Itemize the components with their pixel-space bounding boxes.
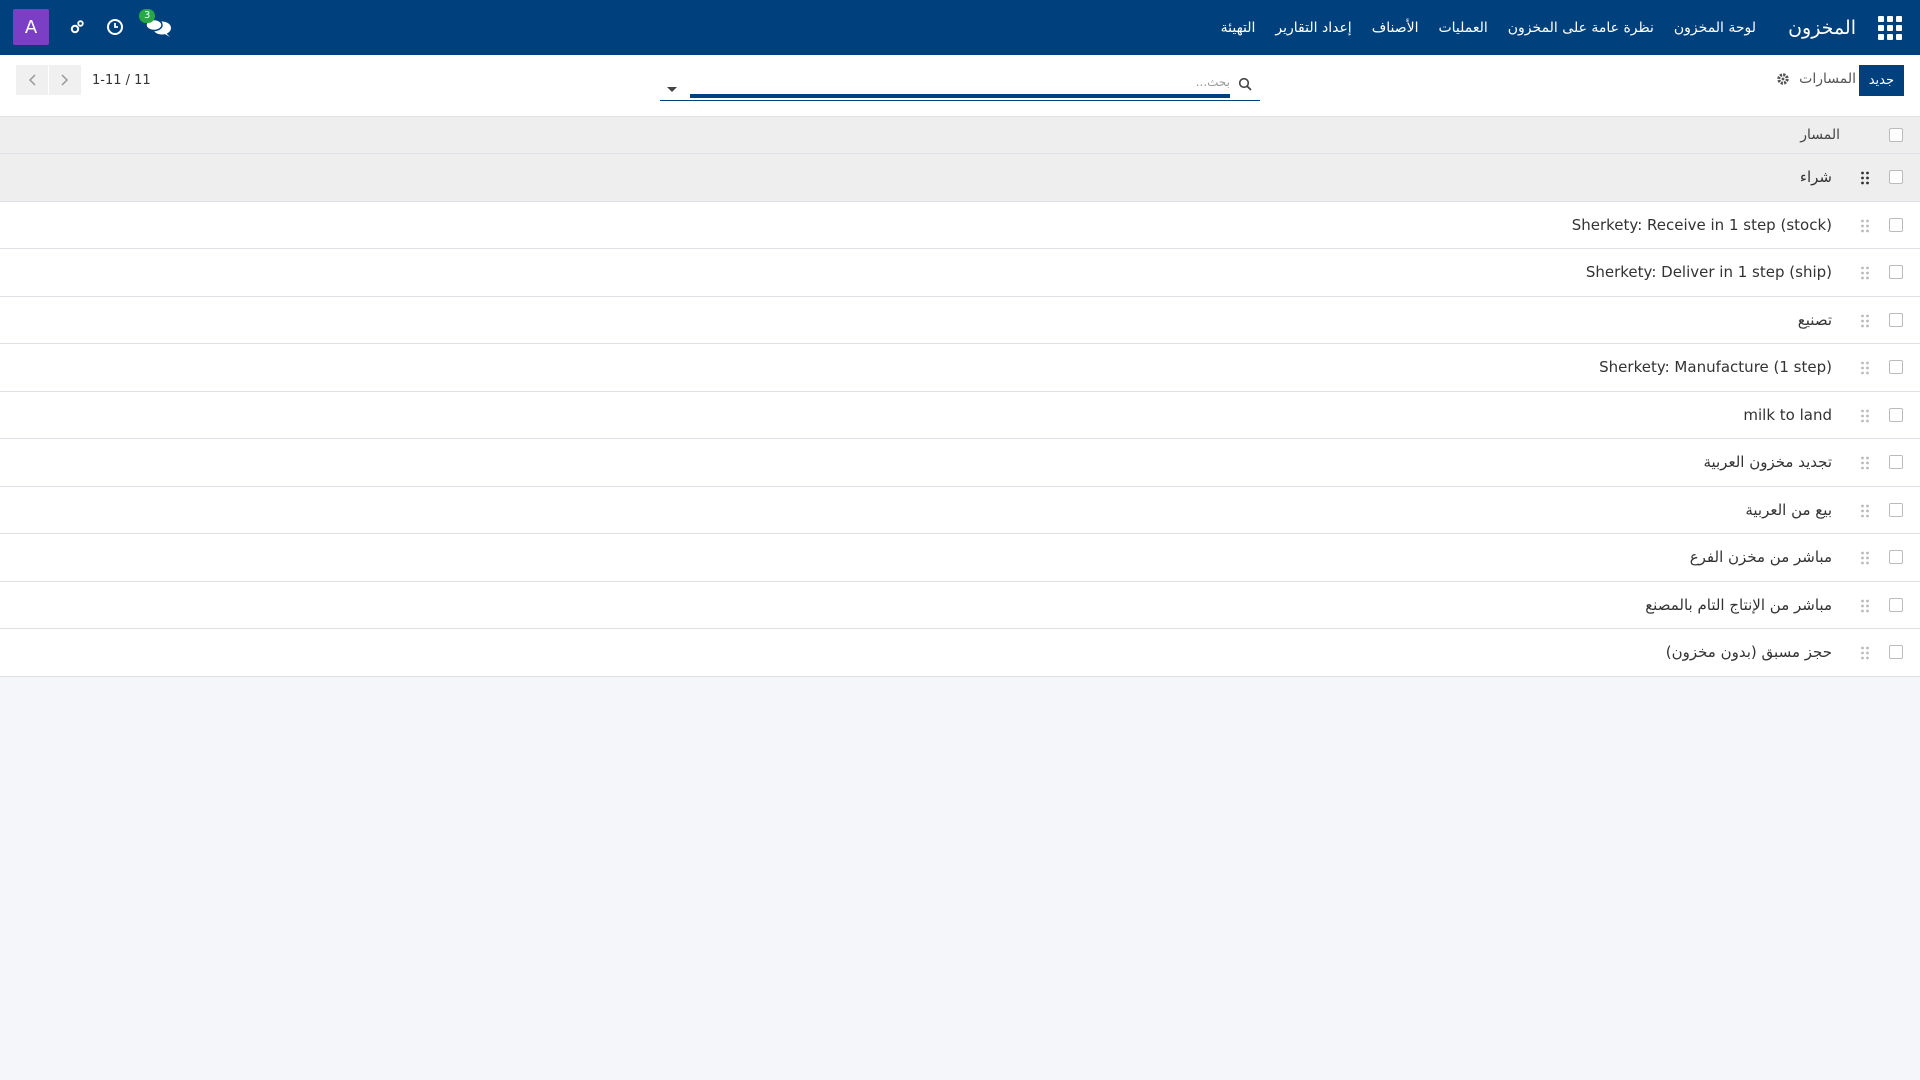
- systray: A 3: [13, 9, 173, 45]
- row-label: بيع من العربية: [1745, 500, 1832, 519]
- table-row[interactable]: تصنيع: [0, 296, 1920, 344]
- pager: 1-11 / 11: [16, 65, 151, 95]
- row-checkbox[interactable]: [1889, 312, 1903, 327]
- drag-handle-icon[interactable]: [1860, 550, 1870, 565]
- row-label: milk to land: [1743, 405, 1832, 424]
- drag-handle-icon[interactable]: [1860, 218, 1870, 233]
- table-row[interactable]: Sherkety: Receive in 1 step (stock): [0, 201, 1920, 249]
- table-row[interactable]: مباشر من مخزن الفرع: [0, 534, 1920, 582]
- menu-item-dashboard[interactable]: لوحة المخزون: [1664, 20, 1766, 36]
- table-row[interactable]: شراء: [0, 154, 1920, 202]
- menu-item-products[interactable]: الأصناف: [1362, 20, 1429, 36]
- drag-handle-icon[interactable]: [1860, 645, 1870, 660]
- row-checkbox[interactable]: [1889, 597, 1903, 612]
- chat-badge: 3: [139, 9, 156, 23]
- activity-clock-icon[interactable]: [105, 17, 125, 37]
- drag-handle-icon[interactable]: [1860, 598, 1870, 613]
- table-row[interactable]: Sherkety: Manufacture (1 step): [0, 344, 1920, 392]
- new-button[interactable]: جديد: [1858, 65, 1904, 96]
- list-header: المسار: [0, 117, 1920, 154]
- row-checkbox[interactable]: [1889, 455, 1903, 470]
- row-checkbox[interactable]: [1889, 170, 1903, 185]
- gear-icon[interactable]: [1776, 71, 1790, 85]
- table-row[interactable]: حجز مسبق (بدون مخزون): [0, 629, 1920, 677]
- select-all-checkbox[interactable]: [1889, 128, 1903, 142]
- user-avatar[interactable]: A: [13, 9, 49, 45]
- menu-item-overview[interactable]: نظرة عامة على المخزون: [1498, 20, 1664, 36]
- search-input[interactable]: [690, 69, 1230, 98]
- row-label: تصنيع: [1797, 310, 1832, 329]
- row-label: تجديد مخزون العربية: [1703, 453, 1832, 472]
- table-row[interactable]: تجديد مخزون العربية: [0, 439, 1920, 487]
- chevron-down-icon[interactable]: [666, 79, 678, 92]
- search-icon[interactable]: [1236, 76, 1252, 92]
- search-bar: [660, 67, 1260, 101]
- row-checkbox[interactable]: [1889, 360, 1903, 375]
- main-navbar: المخزون لوحة المخزون نظرة عامة على المخز…: [0, 0, 1920, 55]
- drag-handle-icon[interactable]: [1860, 170, 1870, 185]
- pager-previous-button[interactable]: [16, 65, 48, 95]
- row-checkbox[interactable]: [1889, 217, 1903, 232]
- table-row[interactable]: بيع من العربية: [0, 486, 1920, 534]
- row-label: شراء: [1799, 168, 1832, 187]
- row-label: حجز مسبق (بدون مخزون): [1665, 643, 1832, 662]
- row-checkbox[interactable]: [1889, 645, 1903, 660]
- menu-item-operations[interactable]: العمليات: [1428, 20, 1497, 36]
- pager-value[interactable]: 1-11 / 11: [92, 73, 151, 88]
- page-title: المسارات: [1799, 71, 1856, 87]
- row-checkbox[interactable]: [1889, 407, 1903, 422]
- row-label: Sherkety: Manufacture (1 step): [1599, 358, 1832, 377]
- drag-handle-icon[interactable]: [1860, 360, 1870, 375]
- drag-handle-icon[interactable]: [1860, 503, 1870, 518]
- row-checkbox[interactable]: [1889, 265, 1903, 280]
- menu-item-reporting[interactable]: إعداد التقارير: [1265, 20, 1361, 36]
- settings-cogs-icon[interactable]: [67, 17, 87, 37]
- app-brand[interactable]: المخزون: [1788, 17, 1856, 39]
- drag-handle-icon[interactable]: [1860, 408, 1870, 423]
- menu-item-configuration[interactable]: التهيئة: [1211, 20, 1266, 36]
- table-row[interactable]: مباشر من الإنتاج التام بالمصنع: [0, 581, 1920, 629]
- row-checkbox[interactable]: [1889, 502, 1903, 517]
- chevron-right-icon: [61, 74, 69, 86]
- row-label: مباشر من مخزن الفرع: [1689, 548, 1832, 567]
- row-checkbox[interactable]: [1889, 550, 1903, 565]
- column-header-route[interactable]: المسار: [1800, 127, 1840, 143]
- table-row[interactable]: milk to land: [0, 391, 1920, 439]
- messaging-menu[interactable]: 3: [139, 9, 173, 39]
- drag-handle-icon[interactable]: [1860, 313, 1870, 328]
- table-row[interactable]: Sherkety: Deliver in 1 step (ship): [0, 249, 1920, 297]
- row-label: مباشر من الإنتاج التام بالمصنع: [1645, 595, 1832, 614]
- row-label: Sherkety: Receive in 1 step (stock): [1571, 215, 1832, 234]
- control-panel: جديد المسارات 1-11 / 11: [0, 55, 1920, 117]
- apps-menu-icon[interactable]: [1860, 0, 1920, 55]
- drag-handle-icon[interactable]: [1860, 265, 1870, 280]
- top-menu: لوحة المخزون نظرة عامة على المخزون العمل…: [1211, 20, 1766, 36]
- chevron-left-icon: [28, 74, 36, 86]
- pager-next-button[interactable]: [49, 65, 81, 95]
- row-label: Sherkety: Deliver in 1 step (ship): [1585, 263, 1832, 282]
- drag-handle-icon[interactable]: [1860, 455, 1870, 470]
- routes-list: المسار شراء Sherkety: Receive in 1 step …: [0, 117, 1920, 677]
